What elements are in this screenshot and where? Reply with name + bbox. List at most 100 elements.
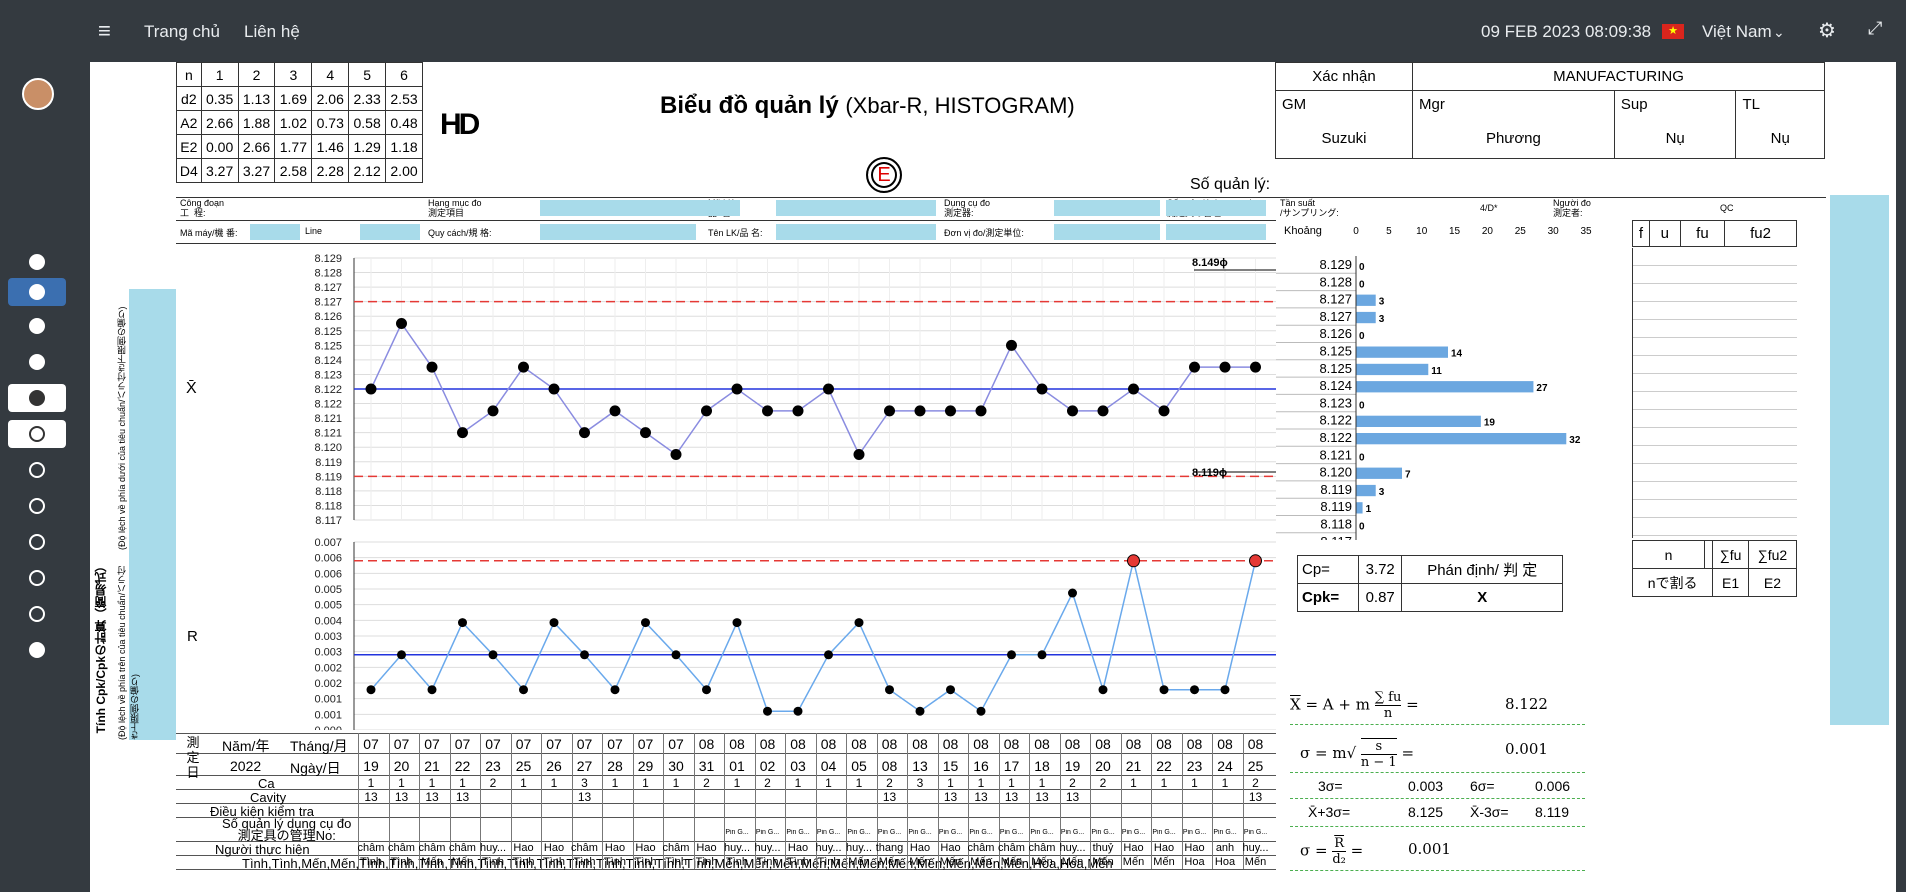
y-tick-label: 8.119 [315,457,342,469]
tl-cell: Mến [421,856,443,868]
xbar-plus-value: 8.125 [1408,804,1444,820]
tl-cell: Tình [786,856,809,868]
xbar-point [548,383,560,395]
fu-grid [1632,248,1797,538]
r-point [397,650,406,660]
field-label-ma_may: Mã máy/機 番: [180,228,238,238]
settings-icon[interactable]: ⚙ [1818,18,1836,43]
const-cell: 2.66 [200,110,239,135]
n-divide: nで割る [1631,568,1714,597]
y-tick-label: 8.118 [315,486,342,498]
fullscreen-icon[interactable]: ⤢ [1868,18,1882,39]
sidebar-item-5[interactable] [8,384,66,412]
hist-x-tick: 30 [1548,226,1560,237]
hist-x-tick: 35 [1580,226,1592,237]
const-cell: 2.53 [385,86,423,111]
tl-cell: Tình [359,856,382,868]
tl-cell: Mến [1031,856,1053,868]
bottom-row-line [176,789,1276,803]
sidebar-item-2[interactable] [8,278,66,306]
constant-table: n 1 2 3 4 5 6 d2 0.35 1.13 1.69 2.06 2.33 2.53 A2 2.66 1… [176,62,423,183]
month-cell: 08 [759,736,776,752]
input-field[interactable] [540,200,740,216]
input-field[interactable] [776,200,936,216]
cavity-cell: 13 [577,790,592,804]
month-cell: 07 [454,736,471,752]
sidebar-item-7[interactable] [8,456,66,484]
month-cell: 08 [1125,736,1142,752]
const-cell: d2 [176,86,202,111]
nav-contact-link[interactable]: Liên hệ [244,22,300,42]
month-cell: 08 [1186,736,1203,752]
input-field[interactable] [360,224,420,240]
bars-icon[interactable]: ≡ [98,18,111,44]
xbar-point [670,449,682,460]
sidebar-item-4[interactable] [8,348,66,376]
nav-home-link[interactable]: Trang chủ [144,22,220,42]
y-tick-label: 8.125 [314,326,342,338]
shift-cell: 1 [550,776,558,790]
input-field[interactable] [776,224,936,240]
const-cell: A2 [176,110,202,135]
y-tick-label: 8.125 [314,340,342,352]
r-chart: 0.000 0.001 0.001 0.002 0.002 0.003 0.003 0.004… [314,537,1276,730]
circle-icon [29,570,45,586]
hist-bar [1356,363,1429,376]
cavity-cell: 13 [1065,790,1080,804]
gauge-cell: Pin G... [1182,829,1207,836]
day-cell: 23 [485,758,501,774]
language-select[interactable]: Việt Nam [1702,22,1772,42]
sidebar-item-1[interactable] [8,248,66,276]
input-field[interactable] [1166,224,1266,240]
input-field[interactable] [540,224,696,240]
y-tick-label: 8.121 [314,428,342,440]
sidebar-item-6[interactable] [8,420,66,448]
sidebar-item-10[interactable] [8,564,66,592]
sidebar-item-12[interactable] [8,636,66,664]
upper-spec-label: 8.149ϕ [1192,257,1228,269]
six-sigma-value: 0.006 [1535,778,1571,794]
month-cell: 07 [546,736,562,752]
xbar-point [1158,405,1170,417]
y-tick-label: 8.127 [314,282,342,294]
approver-role: Sup [1613,90,1737,119]
month-cell: 08 [942,736,959,752]
input-field[interactable] [1054,224,1160,240]
e1-label: E1 [1712,568,1749,597]
input-field[interactable] [1054,200,1160,216]
sidebar-item-11[interactable] [8,600,66,628]
cavity-cell: 13 [394,790,409,804]
sidebar-item-3[interactable] [8,312,66,340]
month-cell: 08 [1247,736,1264,752]
e-badge: E [866,157,902,193]
histogram-chart: Khoảng 0 5 10 15 20 25 30 358.129 08.128 08.127 38.… [1276,225,1592,540]
const-cell: 2.06 [311,86,350,111]
tl-cell: Mến [451,856,474,868]
operator-cell: thang [875,842,904,854]
shift-cell: 1 [642,776,649,790]
approver-role: GM [1275,90,1413,119]
label-operator: Người thực hiện [215,842,310,857]
const-cell: 0.35 [200,86,239,111]
y-tick-label: 0.007 [314,537,342,549]
input-field[interactable] [250,224,300,240]
r-point [1249,554,1262,568]
tl-cell: Tình [542,856,565,868]
month-cell: 08 [851,736,867,752]
shift-cell: 1 [825,776,832,790]
day-cell: 27 [576,758,593,774]
sidebar-item-9[interactable] [8,528,66,556]
avatar[interactable] [22,78,54,110]
day-cell: 26 [546,758,562,774]
chevron-down-icon[interactable]: ⌄ [1773,24,1785,41]
field-label-ten_lk: Tên LK/品 名: [708,228,763,238]
y-tick-label: 8.127 [314,297,342,309]
day-cell: 21 [1125,758,1142,774]
right-side-bar [1830,195,1889,725]
input-field[interactable] [1166,200,1266,216]
operator-cell: huy... [479,842,507,854]
shift-cell: 2 [886,776,893,790]
operator-cell: Hao [909,842,931,854]
sidebar-item-8[interactable] [8,492,66,520]
month-cell: 07 [363,736,379,752]
